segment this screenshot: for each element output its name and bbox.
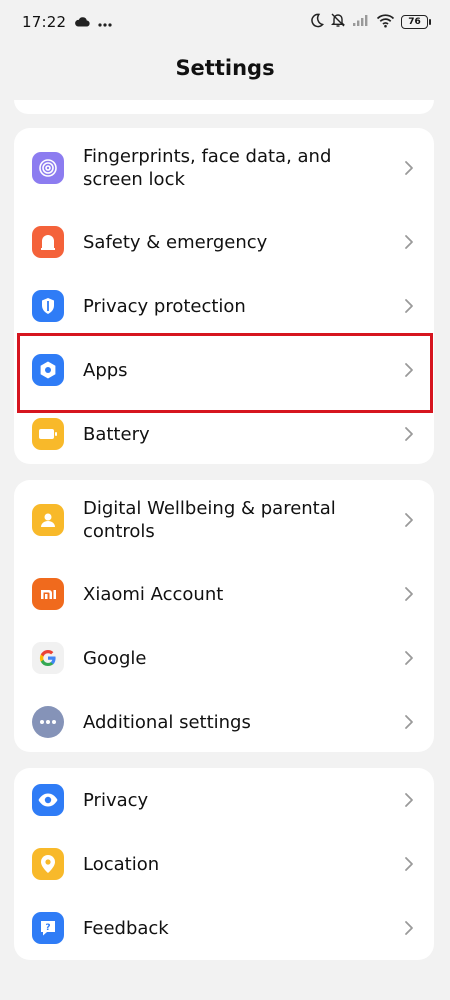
chevron-right-icon <box>405 793 413 807</box>
moon-icon <box>309 13 324 32</box>
cloud-icon <box>74 13 90 31</box>
wellbeing-icon <box>32 504 64 536</box>
settings-item-label: Safety & emergency <box>83 231 268 253</box>
settings-item-label: Google <box>83 647 147 669</box>
more-dots-icon <box>32 706 64 738</box>
settings-item-digital-wellbeing[interactable]: Digital Wellbeing & parental controls <box>14 488 434 552</box>
wifi-icon <box>376 13 395 32</box>
status-time: 17:22 <box>22 13 67 31</box>
chevron-right-icon <box>405 651 413 665</box>
settings-group-accounts: Digital Wellbeing & parental controls Xi… <box>14 480 434 752</box>
battery-icon <box>32 418 64 450</box>
xiaomi-logo-icon <box>32 578 64 610</box>
fingerprint-icon <box>32 152 64 184</box>
silent-bell-icon <box>330 12 346 32</box>
privacy-shield-icon <box>32 290 64 322</box>
chevron-right-icon <box>405 513 413 527</box>
apps-highlight-box <box>17 333 433 413</box>
settings-group-security-apps: Fingerprints, face data, and screen lock… <box>14 128 434 464</box>
settings-item-safety-emergency[interactable]: Safety & emergency <box>14 210 434 274</box>
settings-item-google[interactable]: Google <box>14 626 434 690</box>
settings-item-label: Privacy protection <box>83 295 246 317</box>
chevron-right-icon <box>405 715 413 729</box>
settings-item-xiaomi-account[interactable]: Xiaomi Account <box>14 562 434 626</box>
settings-item-label: Location <box>83 853 160 875</box>
location-pin-icon <box>32 848 64 880</box>
google-g-icon <box>32 642 64 674</box>
settings-item-location[interactable]: Location <box>14 832 434 896</box>
svg-text:?: ? <box>45 923 50 933</box>
settings-item-feedback[interactable]: ? Feedback <box>14 896 434 960</box>
settings-item-fingerprints[interactable]: Fingerprints, face data, and screen lock <box>14 136 434 200</box>
settings-item-additional-settings[interactable]: Additional settings <box>14 690 434 752</box>
chevron-right-icon <box>405 235 413 249</box>
chevron-right-icon <box>405 587 413 601</box>
feedback-icon: ? <box>32 912 64 944</box>
settings-item-label: Battery <box>83 423 150 445</box>
settings-item-privacy[interactable]: Privacy <box>14 768 434 832</box>
settings-item-label: Fingerprints, face data, and screen lock <box>83 146 332 190</box>
settings-group-privacy: Privacy Location ? Feedback <box>14 768 434 960</box>
chevron-right-icon <box>405 857 413 871</box>
signal-icon <box>352 13 370 31</box>
status-left: 17:22 <box>22 13 112 31</box>
page-title: Settings <box>175 56 275 80</box>
chevron-right-icon <box>405 161 413 175</box>
chevron-right-icon <box>405 921 413 935</box>
settings-item-label: Additional settings <box>83 711 251 733</box>
battery-indicator: 76 <box>401 15 431 29</box>
chevron-right-icon <box>405 299 413 313</box>
settings-item-privacy-protection[interactable]: Privacy protection <box>14 274 434 338</box>
more-notifications-icon <box>98 13 112 31</box>
settings-item-label: Privacy <box>83 789 149 811</box>
eye-icon <box>32 784 64 816</box>
chevron-right-icon <box>405 427 413 441</box>
safety-alarm-icon <box>32 226 64 258</box>
settings-item-label: Feedback <box>83 917 169 939</box>
settings-item-label: Digital Wellbeing & parental controls <box>83 498 336 542</box>
previous-settings-card-edge <box>14 100 434 114</box>
settings-item-label: Xiaomi Account <box>83 583 224 605</box>
status-bar: 17:22 76 <box>0 0 450 44</box>
status-right: 76 <box>309 12 431 32</box>
